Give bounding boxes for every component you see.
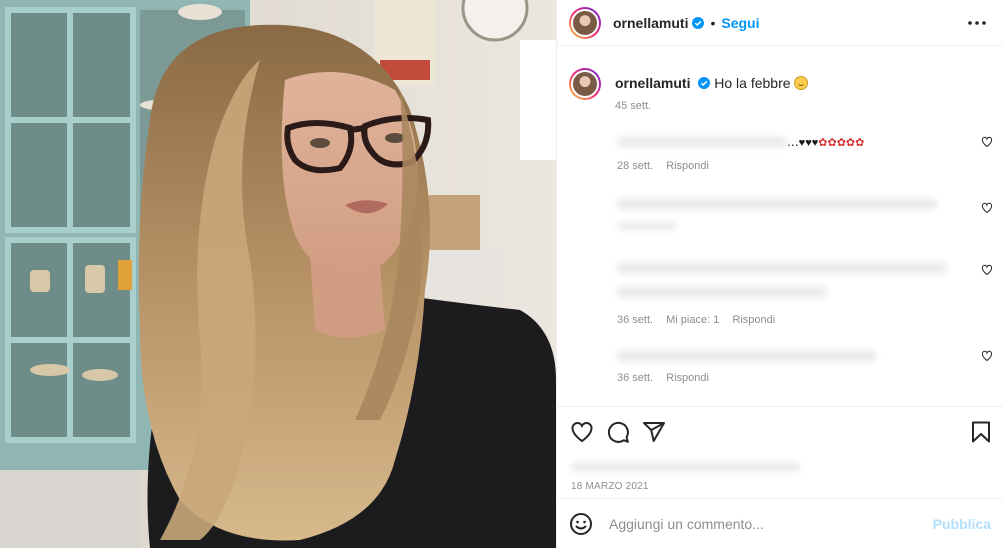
share-icon[interactable]: [642, 420, 666, 444]
caption-username[interactable]: ornellamuti: [615, 75, 690, 91]
comment-text: ...: [787, 133, 799, 149]
reply-button[interactable]: Rispondi: [732, 314, 775, 326]
reply-button[interactable]: Rispondi: [666, 160, 709, 172]
comment-likes-count[interactable]: Mi piace: 1: [666, 314, 719, 326]
smiley-icon[interactable]: [569, 512, 593, 536]
comment-time: 36 sett.: [617, 372, 654, 384]
blurred-comment-text: [617, 286, 827, 299]
caption-time: 45 sett.: [615, 100, 652, 112]
publish-button[interactable]: Pubblica: [933, 516, 991, 532]
likes-summary[interactable]: [571, 458, 801, 476]
more-horizontal-icon: [968, 20, 986, 25]
verified-badge-icon: [698, 77, 711, 89]
comment-time: 36 sett.: [617, 314, 654, 326]
comments-list[interactable]: ornellamuti Ho la febbre 45 sett. ...♥♥♥…: [557, 52, 1003, 404]
post-actions-bar: [557, 406, 1003, 456]
like-comment-heart-icon[interactable]: [981, 264, 993, 276]
like-comment-heart-icon[interactable]: [981, 136, 993, 148]
post-caption: ornellamuti Ho la febbre 45 sett.: [557, 52, 1003, 112]
blurred-comment-text: [617, 262, 947, 275]
comment-item: [557, 194, 1003, 244]
blurred-comment-text: [617, 198, 937, 211]
like-comment-heart-icon[interactable]: [981, 350, 993, 362]
heart-icon[interactable]: [570, 420, 594, 444]
caption-text: Ho la febbre: [714, 75, 791, 91]
blurred-comment-meta: [617, 222, 677, 231]
post-photo-illustration: [0, 0, 556, 548]
header-separator: •: [710, 14, 716, 31]
comment-item: ...♥♥♥✿✿✿✿✿ 28 sett. Rispondi: [557, 132, 1003, 172]
follow-button[interactable]: Segui: [721, 15, 759, 31]
comment-icon[interactable]: [606, 420, 630, 444]
comment-time: 28 sett.: [617, 160, 654, 172]
post-side-panel: ornellamuti • Segui ornellamuti Ho la fe…: [556, 0, 1003, 548]
author-avatar[interactable]: [569, 6, 601, 39]
comment-item: 36 sett. Mi piace: 1 Rispondi: [557, 258, 1003, 326]
add-comment-bar: Pubblica: [557, 498, 1003, 548]
verified-badge-icon: [692, 16, 705, 29]
instagram-post: ornellamuti • Segui ornellamuti Ho la fe…: [0, 0, 1003, 548]
post-date[interactable]: 18 MARZO 2021: [571, 481, 649, 492]
bookmark-icon[interactable]: [969, 420, 993, 444]
blurred-comment-text: [617, 350, 877, 363]
author-username[interactable]: ornellamuti: [613, 15, 688, 31]
heart-and-rose-emojis: ♥♥♥✿✿✿✿✿: [798, 137, 865, 149]
more-options-button[interactable]: [965, 11, 989, 35]
comment-item: 36 sett. Rispondi: [557, 346, 1003, 384]
post-photo[interactable]: [0, 0, 556, 548]
blurred-likes-text: [571, 461, 801, 472]
comment-input[interactable]: [607, 514, 933, 533]
reply-button[interactable]: Rispondi: [666, 372, 709, 384]
caption-author-avatar[interactable]: [569, 68, 601, 100]
blurred-comment-text: [617, 136, 787, 149]
post-header: ornellamuti • Segui: [557, 0, 1003, 46]
disappointed-face-emoji-icon: [794, 76, 809, 90]
like-comment-heart-icon[interactable]: [981, 202, 993, 214]
